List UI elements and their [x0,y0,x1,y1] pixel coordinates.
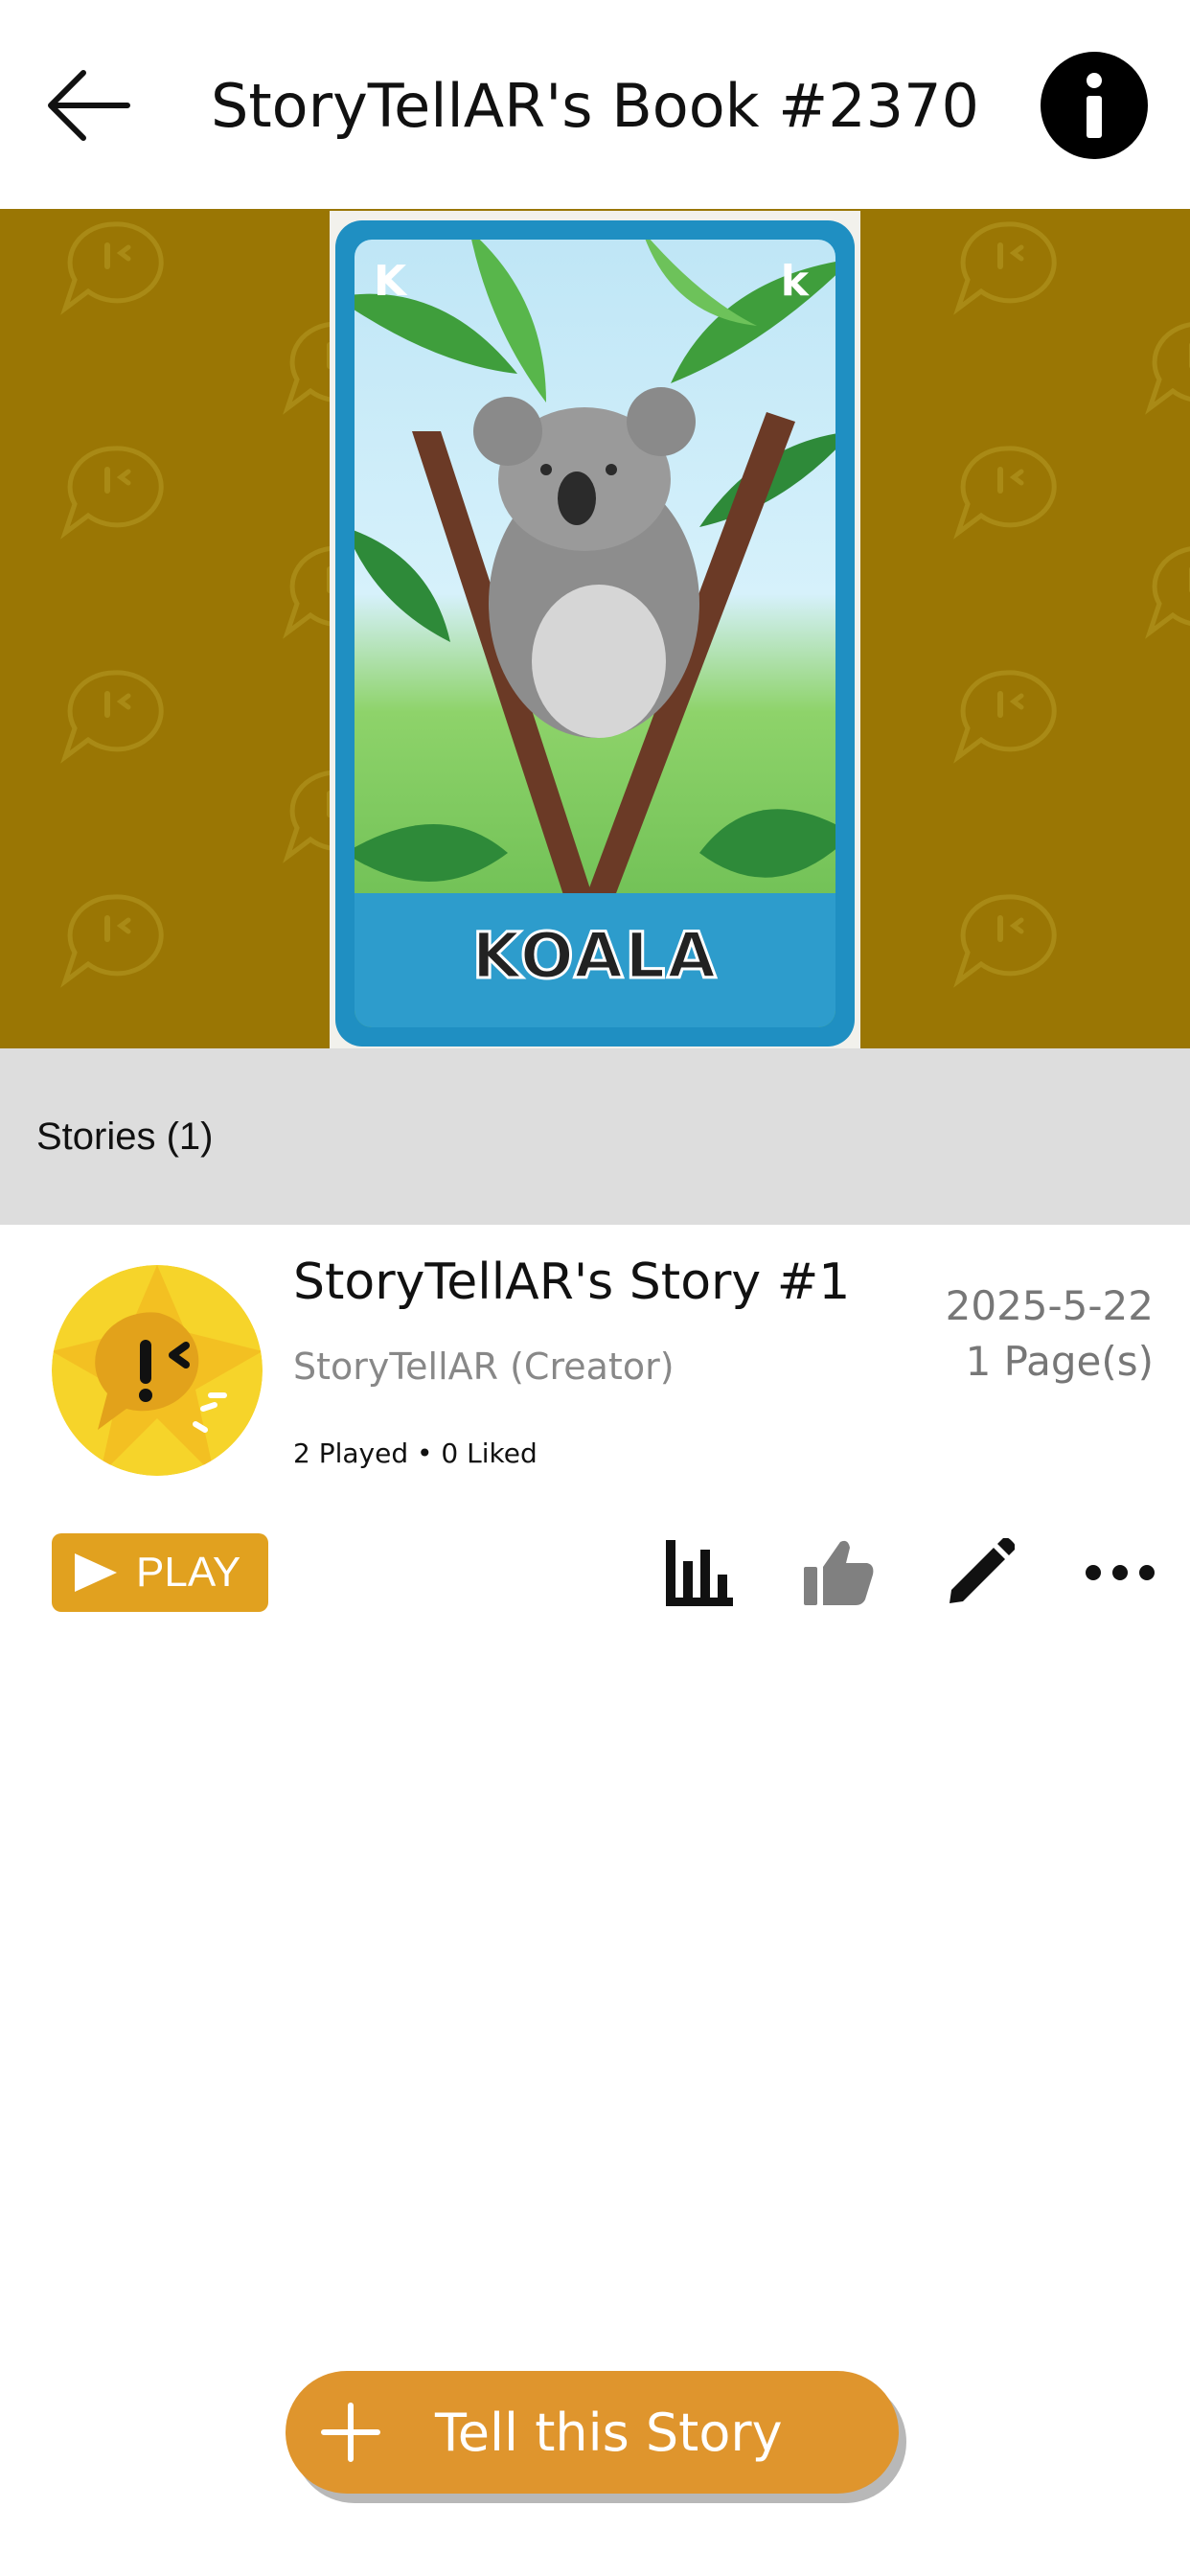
app-header: StoryTellAR's Book #2370 [0,0,1190,209]
plus-icon [321,2403,380,2462]
story-date: 2025-5-22 [945,1282,1154,1329]
story-title[interactable]: StoryTellAR's Story #1 [293,1254,850,1311]
play-icon [75,1553,117,1592]
thumbs-up-icon [804,1540,874,1605]
bar-chart-icon [666,1540,733,1606]
pencil-icon [950,1538,1015,1603]
stories-section-header: Stories (1) [0,1048,1190,1225]
story-creator: StoryTellAR (Creator) [293,1346,675,1388]
like-button[interactable] [797,1531,880,1614]
page-title: StoryTellAR's Book #2370 [210,70,979,141]
arrow-left-icon [48,70,130,141]
story-stats: 2 Played • 0 Liked [293,1438,538,1469]
play-button-label: PLAY [136,1549,241,1596]
stories-count-label: Stories (1) [36,1115,214,1158]
card-illustration: K k KOALA [355,240,835,1027]
tell-story-label: Tell this Story [435,2402,783,2463]
card-photo: K k KOALA [330,211,860,1048]
card-word: KOALA [470,918,719,995]
edit-button[interactable] [939,1531,1021,1614]
story-list-item[interactable]: StoryTellAR's Story #1 StoryTellAR (Crea… [0,1225,1190,1646]
story-page-count: 1 Page(s) [965,1338,1154,1385]
stats-button[interactable] [657,1531,740,1614]
back-button[interactable] [38,59,138,151]
play-button[interactable]: PLAY [52,1533,268,1612]
koala-card: K k KOALA [335,220,855,1046]
book-cover-area: K k KOALA [0,209,1190,1048]
card-letter-upper: K [374,257,407,306]
more-horizontal-icon [1086,1565,1155,1580]
avatar [52,1265,263,1476]
info-button[interactable] [1041,52,1148,159]
info-icon [1087,73,1102,138]
tell-story-button[interactable]: Tell this Story [286,2371,899,2494]
storytellar-logo-icon [52,1265,263,1476]
more-button[interactable] [1079,1531,1161,1614]
card-letter-lower: k [780,257,809,306]
